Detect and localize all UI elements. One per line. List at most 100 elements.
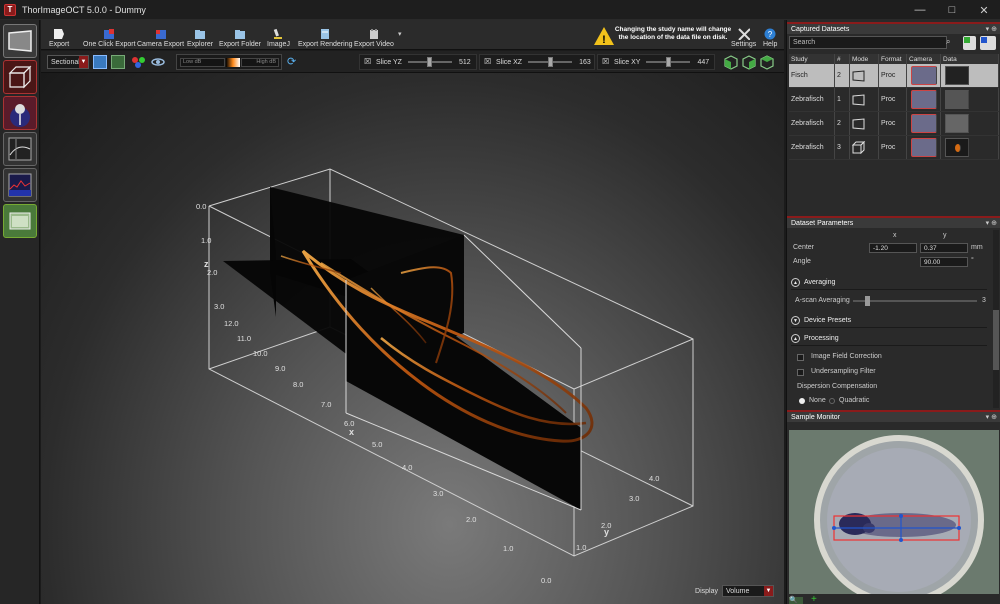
angle-input[interactable]: 90.00 <box>920 257 968 267</box>
graph-icon <box>8 137 32 161</box>
rotate-view-icon[interactable] <box>151 56 165 68</box>
search-input[interactable]: Search <box>789 36 947 49</box>
slice-xy-value: 447 <box>697 58 710 66</box>
center-label: Center <box>793 244 815 251</box>
column-data[interactable]: Data <box>941 54 999 64</box>
pin-icon[interactable]: ▾ ⊕ <box>986 25 997 33</box>
ascan-averaging-slider[interactable] <box>853 296 977 306</box>
mode-camera-button[interactable] <box>3 204 37 238</box>
chevron-down-icon: ▼ <box>764 586 773 596</box>
pin-icon[interactable]: ▾ ⊕ <box>986 219 997 227</box>
imagej-button[interactable]: ImageJ <box>267 22 290 48</box>
slice-xz-slider[interactable] <box>528 57 573 67</box>
y-tick: 1.0 <box>576 543 586 552</box>
search-icon[interactable]: ⌕ <box>946 37 957 48</box>
refresh-icon[interactable]: ⟳ <box>287 56 300 68</box>
pin-icon[interactable]: ▾ ⊕ <box>986 413 997 421</box>
center-y-input[interactable]: 0.37 <box>920 243 968 253</box>
center-x-input[interactable]: -1.20 <box>869 243 917 253</box>
camera-export-button[interactable]: Camera Export <box>137 22 184 48</box>
slice-yz-value: 512 <box>458 58 471 66</box>
high-db-field[interactable]: High dB <box>241 58 279 67</box>
column-mode[interactable]: Mode <box>850 54 879 64</box>
camera-dataset-icon[interactable] <box>980 36 996 50</box>
display-select[interactable]: Volume ▼ <box>722 585 774 597</box>
mode-2d-button[interactable] <box>3 24 37 58</box>
low-db-field[interactable]: Low dB <box>180 58 225 67</box>
table-row[interactable]: Fisch 2 Proc <box>789 64 999 88</box>
column-study[interactable]: Study <box>789 54 835 64</box>
view-mode-select[interactable]: Sectional ▼ <box>47 55 89 69</box>
volume-viewport[interactable]: 0.0 1.0 2.0 3.0 z 12.0 11.0 10.0 9.0 8.0… <box>41 73 784 604</box>
dispersion-none-radio[interactable] <box>799 398 805 404</box>
camera-thumbnail <box>911 66 937 85</box>
settings-button[interactable]: Settings <box>731 22 756 48</box>
title-bar: T ThorImageOCT 5.0.0 - Dummy — □ ✕ <box>0 0 1000 20</box>
y-axis-label: y <box>604 527 609 537</box>
x-tick: 8.0 <box>293 380 303 389</box>
mode-3d-icon <box>852 141 866 154</box>
slice-yz-thumb[interactable] <box>427 57 433 67</box>
add-dataset-icon[interactable] <box>963 36 976 50</box>
export-folder-icon <box>235 30 246 39</box>
slice-view-icon[interactable] <box>111 55 125 69</box>
device-presets-section[interactable]: ▼ Device Presets <box>791 314 987 328</box>
processing-section[interactable]: ▲ Processing <box>791 332 987 346</box>
slice-xy-slider[interactable] <box>646 57 691 67</box>
params-scrollbar[interactable] <box>993 230 999 408</box>
row-format: Proc <box>879 136 907 159</box>
params-scrollbar-thumb[interactable] <box>993 310 999 370</box>
close-button[interactable]: ✕ <box>968 0 1000 20</box>
sample-monitor-image[interactable] <box>789 430 999 594</box>
view-cubes-icon[interactable] <box>721 54 781 70</box>
export-folder-button[interactable]: Export Folder <box>219 22 261 48</box>
window-controls: — □ ✕ <box>904 0 1000 20</box>
mode-mscan-button[interactable] <box>3 132 37 166</box>
color-balls-icon[interactable] <box>131 56 147 68</box>
column-camera[interactable]: Camera <box>907 54 941 64</box>
averaging-section[interactable]: ▲ Averaging <box>791 276 987 290</box>
slice-xy-control: ☒ Slice XY 447 <box>597 54 715 70</box>
angle-unit: ° <box>971 257 974 264</box>
mode-doppler-button[interactable] <box>3 96 37 130</box>
processing-title: Processing <box>804 335 839 342</box>
toolbar-overflow-chevron-icon[interactable]: ▾ <box>398 30 402 38</box>
mode-spectrum-button[interactable] <box>3 168 37 202</box>
mode-3d-button[interactable] <box>3 60 37 94</box>
minimize-button[interactable]: — <box>904 0 936 20</box>
image-field-correction-checkbox[interactable] <box>797 354 804 361</box>
help-button[interactable]: ? Help <box>763 22 777 48</box>
table-row[interactable]: Zebrafisch 3 Proc <box>789 136 999 160</box>
slice-yz-slider[interactable] <box>407 57 452 67</box>
slice-xz-thumb[interactable] <box>547 57 553 67</box>
export-button[interactable]: Export <box>49 22 69 48</box>
row-data <box>941 112 999 135</box>
explorer-button[interactable]: Explorer <box>187 22 213 48</box>
dispersion-quadratic-radio[interactable] <box>829 398 835 404</box>
ascan-averaging-label: A-scan Averaging <box>795 297 850 304</box>
export-rendering-button[interactable]: Export Rendering <box>298 22 352 48</box>
table-row[interactable]: Zebrafisch 1 Proc <box>789 88 999 112</box>
slice-xy-checkbox[interactable]: ☒ <box>602 58 610 66</box>
column-format[interactable]: Format <box>879 54 907 64</box>
ascan-slider-thumb[interactable] <box>865 296 871 306</box>
zoom-tool-icon[interactable]: 🔍 <box>789 597 803 604</box>
data-thumbnail <box>945 114 969 133</box>
column-number[interactable]: # <box>835 54 850 64</box>
volume-view-icon[interactable] <box>93 55 107 69</box>
export-video-button[interactable]: Export Video <box>354 22 394 48</box>
table-row[interactable]: Zebrafisch 2 Proc <box>789 112 999 136</box>
mode-2d-icon <box>852 93 865 106</box>
row-number: 1 <box>835 88 850 111</box>
slice-yz-checkbox[interactable]: ☒ <box>364 58 372 66</box>
mode-2d-icon <box>852 117 865 130</box>
maximize-button[interactable]: □ <box>936 0 968 20</box>
slice-xy-thumb[interactable] <box>665 57 671 67</box>
dispersion-none-label: None <box>809 397 826 404</box>
slice-xz-checkbox[interactable]: ☒ <box>484 58 492 66</box>
add-marker-icon[interactable]: + <box>811 595 817 604</box>
undersampling-filter-checkbox[interactable] <box>797 369 804 376</box>
db-range-control[interactable]: Low dB High dB <box>176 54 282 70</box>
volume-render: 0.0 1.0 2.0 3.0 z 12.0 11.0 10.0 9.0 8.0… <box>196 168 694 585</box>
one-click-export-button[interactable]: One Click Export <box>83 22 136 48</box>
